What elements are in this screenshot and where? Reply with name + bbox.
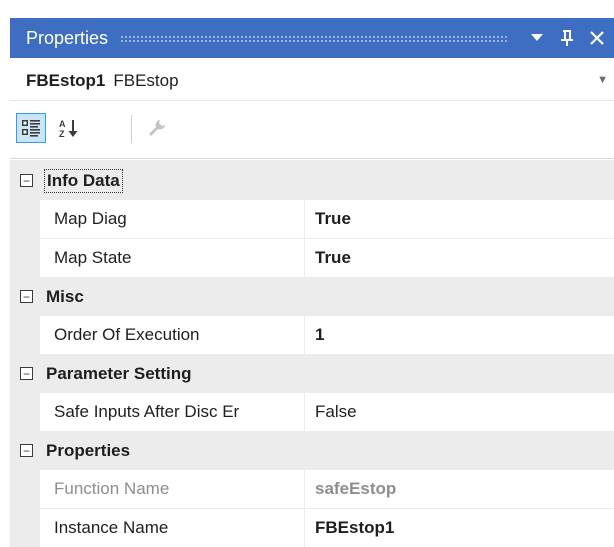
alphabetical-sort-button[interactable]: A Z bbox=[54, 113, 84, 143]
panel-title: Properties bbox=[26, 27, 109, 48]
property-name: Map Diag bbox=[40, 200, 304, 238]
object-selector-dropdown[interactable]: FBEstop1 FBEstop ▼ bbox=[10, 62, 614, 101]
property-row-safe-inputs-after-disc-err[interactable]: Safe Inputs After Disc Er False bbox=[10, 393, 614, 431]
property-name: Map State bbox=[40, 239, 304, 277]
property-value[interactable]: True bbox=[305, 200, 614, 238]
property-value[interactable]: True bbox=[305, 239, 614, 277]
properties-panel: Properties FBEstop1 FBEstop ▼ A Z − Info… bbox=[0, 0, 614, 547]
categorized-view-icon bbox=[22, 120, 40, 137]
pin-icon[interactable] bbox=[554, 23, 580, 53]
collapse-icon[interactable]: − bbox=[20, 367, 33, 380]
collapse-glyph: − bbox=[22, 289, 30, 304]
property-value[interactable]: FBEstop1 bbox=[305, 509, 614, 547]
category-label: Info Data bbox=[44, 169, 123, 193]
category-label: Misc bbox=[46, 287, 84, 306]
property-value[interactable]: False bbox=[305, 393, 614, 431]
category-label: Parameter Setting bbox=[46, 364, 192, 383]
alphabetical-sort-icon: A Z bbox=[59, 119, 78, 138]
collapse-glyph: − bbox=[22, 443, 30, 458]
category-misc[interactable]: − Misc bbox=[10, 278, 614, 316]
chevron-down-icon[interactable]: ▼ bbox=[597, 74, 608, 86]
property-pages-button[interactable] bbox=[142, 113, 172, 143]
selected-object-type: FBEstop bbox=[113, 71, 179, 90]
category-parameter-setting[interactable]: − Parameter Setting bbox=[10, 355, 614, 393]
selected-object-name: FBEstop1 bbox=[26, 71, 106, 90]
property-grid: − Info Data Map Diag True Map State True… bbox=[10, 160, 614, 547]
collapse-glyph: − bbox=[22, 366, 30, 381]
title-bar: Properties bbox=[10, 18, 614, 58]
svg-text:A: A bbox=[59, 119, 66, 129]
toolbar-separator bbox=[131, 115, 132, 143]
collapse-glyph: − bbox=[22, 173, 30, 188]
property-name: Order Of Execution bbox=[40, 316, 304, 354]
property-name: Function Name bbox=[40, 470, 304, 508]
category-info-data[interactable]: − Info Data bbox=[10, 162, 614, 200]
categorized-view-button[interactable] bbox=[16, 113, 46, 143]
drag-grip[interactable] bbox=[120, 34, 508, 42]
property-value: safeEstop bbox=[305, 470, 614, 508]
category-label: Properties bbox=[46, 441, 131, 460]
property-name: Instance Name bbox=[40, 509, 304, 547]
collapse-icon[interactable]: − bbox=[20, 290, 33, 303]
collapse-icon[interactable]: − bbox=[20, 174, 33, 187]
window-menu-dropdown-icon[interactable] bbox=[524, 23, 550, 53]
svg-text:Z: Z bbox=[59, 129, 65, 138]
property-row-instance-name[interactable]: Instance Name FBEstop1 bbox=[10, 509, 614, 547]
property-row-function-name[interactable]: Function Name safeEstop bbox=[10, 470, 614, 508]
property-row-order-of-execution[interactable]: Order Of Execution 1 bbox=[10, 316, 614, 354]
wrench-icon bbox=[149, 120, 165, 136]
collapse-icon[interactable]: − bbox=[20, 444, 33, 457]
property-row-map-state[interactable]: Map State True bbox=[10, 239, 614, 277]
properties-toolbar: A Z bbox=[10, 103, 614, 159]
category-properties[interactable]: − Properties bbox=[10, 432, 614, 470]
close-icon[interactable] bbox=[584, 23, 610, 53]
property-value[interactable]: 1 bbox=[305, 316, 614, 354]
property-row-map-diag[interactable]: Map Diag True bbox=[10, 200, 614, 238]
property-name: Safe Inputs After Disc Er bbox=[40, 393, 304, 431]
